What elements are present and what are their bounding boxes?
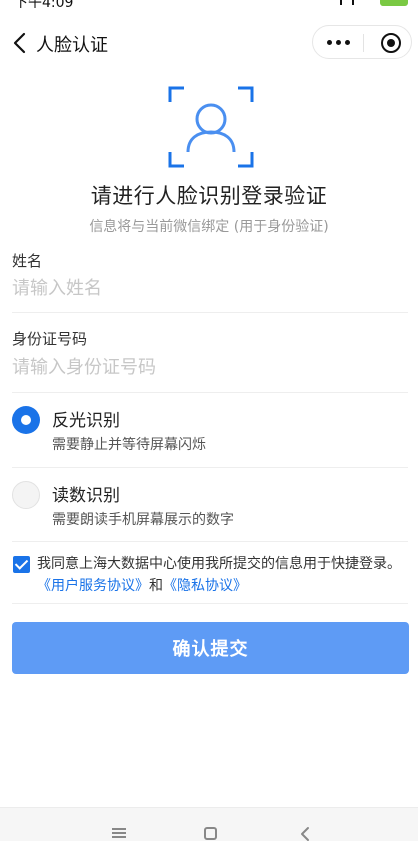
id-number-input[interactable] — [12, 350, 408, 384]
submit-button[interactable]: 确认提交 — [12, 622, 409, 674]
user-service-agreement-link[interactable]: 《用户服务协议》 — [37, 578, 149, 594]
capsule-divider — [363, 34, 364, 52]
menu-icon[interactable] — [112, 828, 126, 838]
agreement-text: 我同意上海大数据中心使用我所提交的信息用于快捷登录。《用户服务协议》和《隐私协议… — [37, 553, 407, 597]
system-nav-bar — [0, 807, 418, 841]
option-desc: 需要朗读手机屏幕展示的数字 — [52, 512, 234, 528]
battery-icon — [380, 0, 408, 6]
name-label: 姓名 — [12, 252, 43, 270]
home-icon[interactable] — [204, 827, 217, 840]
radio-checked-icon[interactable] — [12, 406, 40, 434]
page-title: 人脸认证 — [36, 35, 108, 56]
status-bar: 下午4:09 — [0, 0, 418, 8]
signal-icon — [340, 0, 354, 5]
agreement-body: 我同意上海大数据中心使用我所提交的信息用于快捷登录。 — [37, 556, 401, 572]
main-title: 请进行人脸识别登录验证 — [90, 184, 328, 208]
face-scan-icon — [168, 86, 254, 168]
divider — [12, 312, 408, 313]
sub-title: 信息将与当前微信绑定 (用于身份验证) — [89, 219, 329, 235]
wifi-icon — [360, 0, 374, 5]
divider — [12, 541, 408, 542]
agree-checkbox[interactable] — [13, 556, 30, 573]
option-read-number[interactable]: 读数识别 需要朗读手机屏幕展示的数字 — [0, 473, 418, 543]
option-reflection[interactable]: 反光识别 需要静止并等待屏幕闪烁 — [0, 398, 418, 468]
and-text: 和 — [149, 578, 163, 594]
divider — [12, 467, 408, 468]
option-title: 反光识别 — [52, 411, 120, 431]
system-back-icon[interactable] — [298, 826, 312, 841]
close-mini-program-icon[interactable] — [381, 33, 401, 53]
id-label: 身份证号码 — [12, 330, 88, 348]
divider — [12, 603, 408, 604]
option-title: 读数识别 — [52, 486, 120, 506]
nav-bar: 人脸认证 — [0, 24, 418, 62]
privacy-agreement-link[interactable]: 《隐私协议》 — [163, 578, 247, 594]
option-desc: 需要静止并等待屏幕闪烁 — [52, 437, 206, 453]
back-arrow-icon[interactable] — [6, 28, 36, 58]
name-input[interactable] — [12, 271, 408, 305]
status-time: 下午4:09 — [14, 0, 74, 8]
status-icons — [340, 0, 408, 6]
radio-unchecked-icon[interactable] — [12, 481, 40, 509]
divider — [12, 392, 408, 393]
more-icon[interactable] — [327, 40, 350, 46]
mini-program-capsule — [312, 25, 412, 59]
agreement: 我同意上海大数据中心使用我所提交的信息用于快捷登录。《用户服务协议》和《隐私协议… — [0, 553, 418, 597]
